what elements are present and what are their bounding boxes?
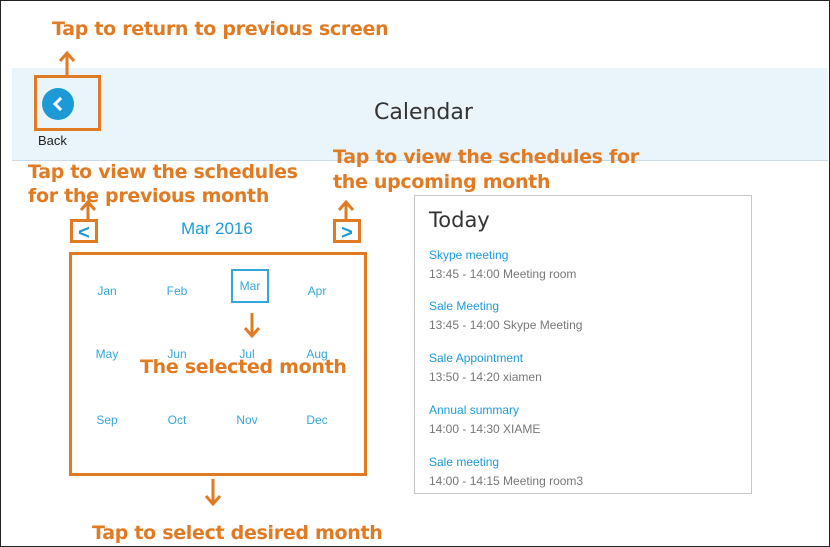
event-name: Annual summary (429, 403, 520, 417)
month-cell-dec[interactable]: Dec (297, 413, 337, 427)
event-detail: 14:00 - 14:30 XIAME (429, 422, 541, 436)
month-cell-jan[interactable]: Jan (87, 284, 127, 298)
arrow-down-icon (243, 313, 261, 339)
event-detail: 13:45 - 14:00 Skype Meeting (429, 318, 583, 332)
annotation-next-line1: Tap to view the schedules for (333, 146, 639, 168)
month-cell-feb[interactable]: Feb (157, 284, 197, 298)
back-button[interactable] (42, 88, 74, 120)
month-cell-oct[interactable]: Oct (157, 413, 197, 427)
month-cell-sep[interactable]: Sep (87, 413, 127, 427)
today-panel: Today Skype meeting 13:45 - 14:00 Meetin… (414, 195, 752, 494)
arrow-up-icon (337, 199, 355, 221)
event-name: Sale Meeting (429, 299, 500, 313)
event-detail: 13:50 - 14:20 xiamen (429, 370, 542, 384)
page-title: Calendar (374, 100, 473, 125)
arrow-down-icon (204, 479, 222, 507)
event-name: Sale meeting (429, 455, 500, 469)
event-name: Sale Appointment (429, 351, 524, 365)
month-cell-apr[interactable]: Apr (297, 284, 337, 298)
event-name: Skype meeting (429, 248, 509, 262)
arrow-up-icon (79, 199, 97, 221)
annotation-back: Tap to return to previous screen (52, 18, 389, 40)
event-item[interactable]: Skype meeting 13:45 - 14:00 Meeting room (429, 248, 576, 281)
month-cell-mar[interactable]: Mar (231, 269, 269, 303)
month-cell-nov[interactable]: Nov (227, 413, 267, 427)
arrow-up-icon (58, 50, 76, 77)
event-item[interactable]: Sale meeting 14:00 - 14:15 Meeting room3 (429, 455, 583, 488)
current-month-label: Mar 2016 (181, 219, 253, 238)
event-detail: 13:45 - 14:00 Meeting room (429, 267, 577, 281)
annotation-prev-line2: for the previous month (28, 185, 270, 207)
event-item[interactable]: Sale Appointment 13:50 - 14:20 xiamen (429, 351, 542, 384)
event-item[interactable]: Annual summary 14:00 - 14:30 XIAME (429, 403, 540, 436)
annotation-selected: The selected month (140, 356, 347, 378)
back-label: Back (38, 133, 67, 148)
prev-month-button[interactable]: < (70, 219, 98, 244)
today-title: Today (429, 208, 490, 232)
annotation-prev-line1: Tap to view the schedules (28, 161, 298, 183)
month-cell-may[interactable]: May (87, 347, 127, 361)
event-item[interactable]: Sale Meeting 13:45 - 14:00 Skype Meeting (429, 299, 582, 332)
annotation-next-line2: the upcoming month (333, 171, 551, 193)
annotation-select: Tap to select desired month (92, 522, 383, 544)
next-month-button[interactable]: > (333, 219, 361, 244)
event-detail: 14:00 - 14:15 Meeting room3 (429, 474, 584, 488)
